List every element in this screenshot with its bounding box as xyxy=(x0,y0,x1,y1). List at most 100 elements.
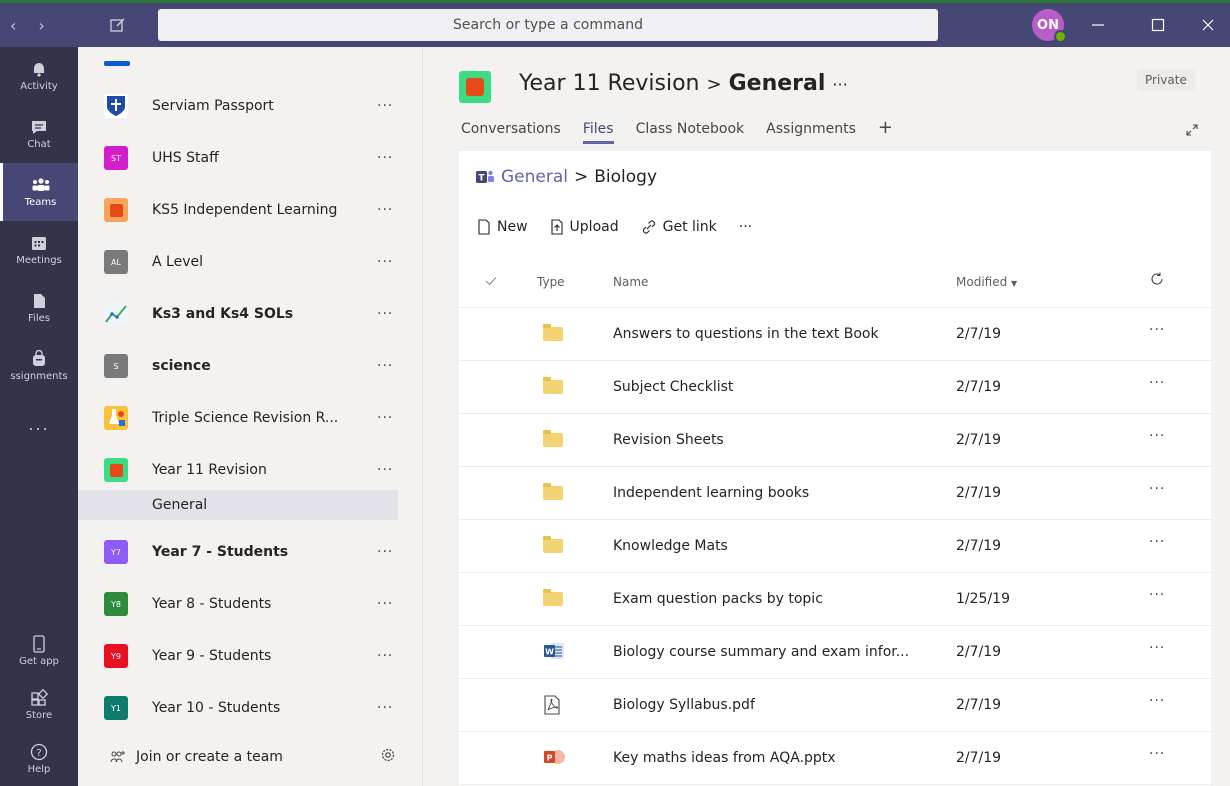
join-team-button[interactable]: Join or create a team xyxy=(110,749,283,765)
team-item-science[interactable]: S science ··· xyxy=(78,340,423,392)
upload-button[interactable]: Upload xyxy=(550,219,619,235)
rail-get-app[interactable]: Get app xyxy=(0,624,78,678)
select-all-checkbox[interactable] xyxy=(485,275,497,289)
more-options-icon[interactable]: ··· xyxy=(377,596,393,612)
team-item-a-level[interactable]: AL A Level ··· xyxy=(78,236,423,288)
more-options-icon[interactable]: ··· xyxy=(377,544,393,560)
more-options-icon[interactable]: ··· xyxy=(377,150,393,166)
minimize-button[interactable] xyxy=(1076,3,1120,47)
rail-teams[interactable]: Teams xyxy=(0,163,78,221)
table-row[interactable]: Subject Checklist 2/7/19 ··· xyxy=(459,361,1211,413)
file-name[interactable]: Knowledge Mats xyxy=(613,538,728,554)
new-button[interactable]: New xyxy=(477,219,528,235)
team-item-serviam-passport[interactable]: Serviam Passport ··· xyxy=(78,80,423,132)
compose-button[interactable] xyxy=(78,16,158,34)
team-tile: AL xyxy=(104,250,128,274)
tab-conversations[interactable]: Conversations xyxy=(461,121,561,144)
tab-files[interactable]: Files xyxy=(582,121,614,144)
table-row[interactable]: P Key maths ideas from AQA.pptx 2/7/19 ·… xyxy=(459,732,1211,784)
rail-activity[interactable]: Activity xyxy=(0,47,78,105)
maximize-button[interactable] xyxy=(1136,3,1180,47)
team-item-year-10[interactable]: Y1 Year 10 - Students ··· xyxy=(78,682,423,734)
more-options-icon[interactable]: ··· xyxy=(377,358,393,374)
table-row[interactable]: Knowledge Mats 2/7/19 ··· xyxy=(459,520,1211,572)
manage-teams-button[interactable] xyxy=(380,747,396,767)
team-item-uhs-staff[interactable]: ST UHS Staff ··· xyxy=(78,132,423,184)
rail-chat[interactable]: Chat xyxy=(0,105,78,163)
back-arrow-icon[interactable]: ‹ xyxy=(10,16,16,35)
get-link-button[interactable]: Get link xyxy=(641,219,717,235)
breadcrumb-root[interactable]: General xyxy=(501,167,568,187)
refresh-button[interactable] xyxy=(1149,271,1165,290)
column-header-type[interactable]: Type xyxy=(537,275,565,289)
file-name[interactable]: Independent learning books xyxy=(613,485,809,501)
row-more-icon[interactable]: ··· xyxy=(1149,640,1165,656)
rail-assignments[interactable]: ssignments xyxy=(0,337,78,395)
more-options-icon[interactable]: ··· xyxy=(377,648,393,664)
channel-more-icon[interactable]: ··· xyxy=(832,75,847,94)
rail-files[interactable]: Files xyxy=(0,279,78,337)
file-name[interactable]: Biology course summary and exam infor... xyxy=(613,644,909,660)
team-item-triple-science[interactable]: Triple Science Revision R... ··· xyxy=(78,392,423,444)
table-row[interactable]: Exam question packs by topic 1/25/19 ··· xyxy=(459,573,1211,625)
row-more-icon[interactable]: ··· xyxy=(1149,481,1165,497)
team-item-ks3-ks4-sols[interactable]: Ks3 and Ks4 SOLs ··· xyxy=(78,288,423,340)
search-input[interactable]: Search or type a command xyxy=(158,9,938,41)
column-header-modified[interactable]: Modified ▼ xyxy=(956,275,1017,289)
more-options-icon[interactable]: ··· xyxy=(377,202,393,218)
row-more-icon[interactable]: ··· xyxy=(1149,693,1165,709)
close-button[interactable] xyxy=(1186,3,1230,47)
maximize-icon xyxy=(1151,18,1165,32)
more-options-icon[interactable]: ··· xyxy=(377,700,393,716)
table-row[interactable]: Biology Syllabus.pdf 2/7/19 ··· xyxy=(459,679,1211,731)
row-more-icon[interactable]: ··· xyxy=(1149,746,1165,762)
more-options-icon[interactable]: ··· xyxy=(377,254,393,270)
team-item-ks5[interactable]: KS5 Independent Learning ··· xyxy=(78,184,423,236)
header-team-name[interactable]: Year 11 Revision xyxy=(519,71,700,96)
expand-button[interactable] xyxy=(1185,123,1199,141)
rail-more[interactable]: ... xyxy=(0,395,78,453)
more-options-icon[interactable]: ··· xyxy=(377,410,393,426)
row-more-icon[interactable]: ··· xyxy=(1149,428,1165,444)
more-options-icon[interactable]: ··· xyxy=(377,306,393,322)
breadcrumb-current: Biology xyxy=(594,167,658,187)
table-row[interactable]: Independent learning books 2/7/19 ··· xyxy=(459,467,1211,519)
tab-class-notebook[interactable]: Class Notebook xyxy=(636,121,745,144)
history-nav: ‹ › xyxy=(0,16,78,35)
rail-label: Meetings xyxy=(16,255,62,266)
row-more-icon[interactable]: ··· xyxy=(1149,534,1165,550)
row-more-icon[interactable]: ··· xyxy=(1149,375,1165,391)
team-item-year-8[interactable]: Y8 Year 8 - Students ··· xyxy=(78,578,423,630)
file-name[interactable]: Revision Sheets xyxy=(613,432,724,448)
more-options-icon[interactable]: ··· xyxy=(377,98,393,114)
team-item-year-9[interactable]: Y9 Year 9 - Students ··· xyxy=(78,630,423,682)
rail-store[interactable]: Store xyxy=(0,678,78,732)
more-options-icon[interactable]: ··· xyxy=(377,462,393,478)
table-row[interactable]: W Biology course summary and exam infor.… xyxy=(459,626,1211,678)
rail-help[interactable]: ? Help xyxy=(0,732,78,786)
file-name[interactable]: Exam question packs by topic xyxy=(613,591,823,607)
close-icon xyxy=(1202,19,1214,31)
rail-label: Store xyxy=(25,710,53,721)
file-name[interactable]: Key maths ideas from AQA.pptx xyxy=(613,750,836,766)
row-more-icon[interactable]: ··· xyxy=(1149,322,1165,338)
column-header-name[interactable]: Name xyxy=(613,275,648,289)
channel-item-general[interactable]: General xyxy=(78,490,398,520)
team-name: A Level xyxy=(152,254,203,270)
file-name[interactable]: Biology Syllabus.pdf xyxy=(613,697,755,713)
table-row[interactable]: Answers to questions in the text Book 2/… xyxy=(459,308,1211,360)
file-name[interactable]: Subject Checklist xyxy=(613,379,733,395)
tab-assignments[interactable]: Assignments xyxy=(766,121,856,144)
toolbar-more-icon[interactable]: ··· xyxy=(739,219,752,235)
file-name[interactable]: Answers to questions in the text Book xyxy=(613,326,879,342)
forward-arrow-icon[interactable]: › xyxy=(38,16,44,35)
add-tab-icon[interactable]: + xyxy=(878,119,893,144)
row-more-icon[interactable]: ··· xyxy=(1149,587,1165,603)
rail-bottom: Get app Store ? Help xyxy=(0,624,78,786)
table-row[interactable]: Revision Sheets 2/7/19 ··· xyxy=(459,414,1211,466)
team-item-year-7[interactable]: Y7 Year 7 - Students ··· xyxy=(78,526,423,578)
rail-meetings[interactable]: Meetings xyxy=(0,221,78,279)
user-avatar[interactable]: ON xyxy=(1032,9,1067,43)
new-file-icon xyxy=(478,219,490,235)
team-item-year-11-revision[interactable]: Year 11 Revision ··· xyxy=(78,444,423,496)
